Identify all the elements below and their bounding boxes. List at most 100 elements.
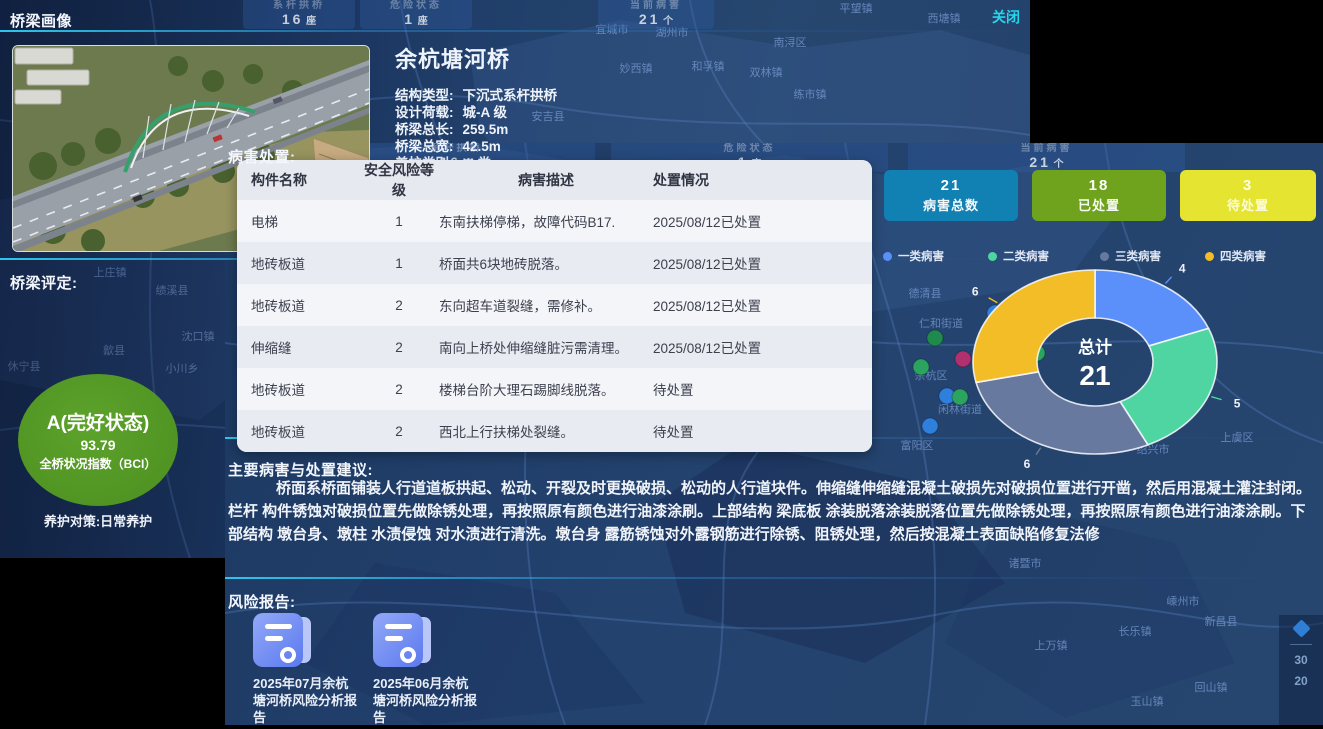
close-button[interactable]: 关闭 — [986, 6, 1026, 28]
legend-dot — [1205, 252, 1214, 261]
legend-label: 四类病害 — [1220, 248, 1266, 264]
table-header-cell: 病害描述 — [439, 170, 653, 190]
map-place-label: 上万镇 — [1035, 638, 1068, 652]
legend-dot — [988, 252, 997, 261]
stat-tile-title: 危险状态 — [611, 143, 888, 154]
legend-dot — [883, 252, 892, 261]
disease-stat-card: 21病害总数 — [884, 170, 1018, 221]
info-label: 结构类型: — [395, 88, 454, 103]
stat-tile: 当前病害21 个 — [598, 0, 714, 29]
stat-tile-unit: 座 — [415, 16, 428, 27]
stat-tile-title: 当前病害 — [908, 143, 1185, 154]
table-cell: 2 — [359, 382, 439, 397]
stat-tile-title: 系杆拱桥 — [243, 0, 355, 11]
stat-tile-value: 21 个 — [598, 11, 714, 29]
legend-item[interactable]: 四类病害 — [1205, 248, 1266, 264]
map-place-label: 西塘镇 — [928, 11, 961, 25]
table-cell: 地砖板道 — [251, 379, 359, 399]
table-cell: 地砖板道 — [251, 295, 359, 315]
table-cell: 待处置 — [653, 421, 866, 441]
table-cell: 西北上行扶梯处裂缝。 — [439, 421, 653, 441]
pie-slice-value: 6 — [1024, 457, 1031, 471]
legend-label: 二类病害 — [1003, 248, 1049, 264]
table-cell: 2025/08/12已处置 — [653, 337, 866, 357]
suggestion-text: 桥面系桥面铺装人行道道板拱起、松动、开裂及时更换破损、松动的人行道块件。伸缩缝伸… — [228, 477, 1318, 546]
stat-tile-value: 1 座 — [360, 11, 472, 29]
info-label: 桥梁总宽: — [395, 139, 454, 154]
pie-slice-四类病害[interactable] — [973, 270, 1095, 382]
map-place-label: 上庄镇 — [94, 265, 127, 279]
bridge-info: 余杭塘河桥 结构类型: 下沉式系杆拱桥设计荷载: 城-A 级桥梁总长:259.5m桥… — [395, 42, 557, 172]
stat-tile-unit: 个 — [1051, 159, 1064, 170]
report-icon-line — [265, 624, 292, 629]
panel-title-bridge-rating: 桥梁评定: — [10, 272, 78, 293]
stat-value: 18 — [1089, 177, 1110, 194]
stat-tile-title: 当前病害 — [598, 0, 714, 11]
pie-slice-value: 4 — [1179, 262, 1186, 276]
map-place-label: 玉山镇 — [1131, 694, 1164, 708]
legend-item[interactable]: 二类病害 — [988, 248, 1049, 264]
map-widget-diamond-icon[interactable] — [1292, 619, 1310, 637]
table-cell: 1 — [359, 214, 439, 229]
report-document-icon[interactable] — [373, 611, 435, 669]
legend-item[interactable]: 三类病害 — [1100, 248, 1161, 264]
bridge-info-row: 桥梁总长:259.5m — [395, 121, 557, 138]
table-cell: 电梯 — [251, 211, 359, 231]
report-document-icon[interactable] — [253, 611, 315, 669]
table-cell: 地砖板道 — [251, 421, 359, 441]
table-cell: 2 — [359, 340, 439, 355]
map-place-label: 诸暨市 — [1009, 556, 1042, 570]
stat-value: 3 — [1243, 177, 1253, 194]
suggestion-title: 主要病害与处置建议: — [228, 459, 373, 480]
bridge-info-row: 结构类型: 下沉式系杆拱桥 — [395, 87, 557, 104]
legend-item[interactable]: 一类病害 — [883, 248, 944, 264]
info-value: 下沉式系杆拱桥 — [463, 88, 558, 103]
map-place-label: 沈口镇 — [182, 329, 215, 343]
pie-label-tick — [1165, 277, 1171, 284]
bci-index-label: 全桥状况指数（BCI） — [40, 455, 157, 472]
info-value: 城-A 级 — [463, 105, 508, 120]
report-label: 2025年07月余杭塘河桥风险分析报告 — [253, 675, 357, 725]
bci-grade-circle: A(完好状态) 93.79 全桥状况指数（BCI） — [18, 374, 178, 506]
stat-tile-value: 16 座 — [243, 11, 355, 29]
info-label: 设计荷载: — [395, 105, 454, 120]
table-cell: 1 — [359, 256, 439, 271]
map-place-label: 练市镇 — [794, 87, 827, 101]
info-value: 259.5m — [463, 122, 509, 137]
legend-dot — [1100, 252, 1109, 261]
pie-center-total: 21 — [1079, 360, 1110, 391]
pie-slice-value: 6 — [972, 285, 979, 299]
table-row: 地砖板道2东向超车道裂缝，需修补。2025/08/12已处置 — [237, 284, 872, 326]
bridge-info-row: 桥梁总宽: 42.5m — [395, 138, 557, 155]
map-place-label: 绩溪县 — [156, 284, 189, 297]
disease-table: 构件名称安全风险等级病害描述处置情况电梯1东南扶梯停梯，故障代码B17.2025… — [237, 160, 872, 452]
map-legend-widget: 3020 — [1279, 615, 1323, 725]
map-widget-scale-value: 30 — [1294, 654, 1307, 666]
table-cell: 南向上桥处伸缩缝脏污需清理。 — [439, 337, 653, 357]
disease-stat-card: 18已处置 — [1032, 170, 1166, 221]
table-row: 地砖板道1桥面共6块地砖脱落。2025/08/12已处置 — [237, 242, 872, 284]
table-cell: 待处置 — [653, 379, 866, 399]
report-icon-ring — [280, 647, 296, 663]
map-place-label: 休宁县 — [8, 359, 41, 373]
map-place-label: 嵊州市 — [1167, 594, 1200, 608]
map-widget-divider — [1290, 644, 1312, 645]
map-place-label: 妙西镇 — [620, 61, 653, 75]
map-place-label: 南浔区 — [774, 36, 807, 49]
pie-slice-value: 5 — [1234, 396, 1241, 410]
stat-tile-unit: 座 — [303, 16, 316, 27]
report-icon-line — [385, 636, 403, 641]
risk-report-item[interactable]: 2025年06月余杭塘河桥风险分析报告 — [373, 611, 483, 725]
table-row: 地砖板道2楼梯台阶大理石踢脚线脱落。待处置 — [237, 368, 872, 410]
pie-slice-三类病害[interactable] — [976, 372, 1148, 454]
bridge-name: 余杭塘河桥 — [395, 42, 557, 74]
table-cell: 2 — [359, 298, 439, 313]
section-divider — [225, 577, 1323, 579]
map-place-label: 双林镇 — [750, 65, 783, 79]
info-value: 42.5m — [463, 139, 501, 154]
table-row: 地砖板道2西北上行扶梯处裂缝。待处置 — [237, 410, 872, 452]
pie-label-tick — [1211, 397, 1221, 400]
table-cell: 东南扶梯停梯，故障代码B17. — [439, 211, 653, 231]
map-place-label: 小川乡 — [166, 362, 199, 375]
risk-report-item[interactable]: 2025年07月余杭塘河桥风险分析报告 — [253, 611, 363, 725]
